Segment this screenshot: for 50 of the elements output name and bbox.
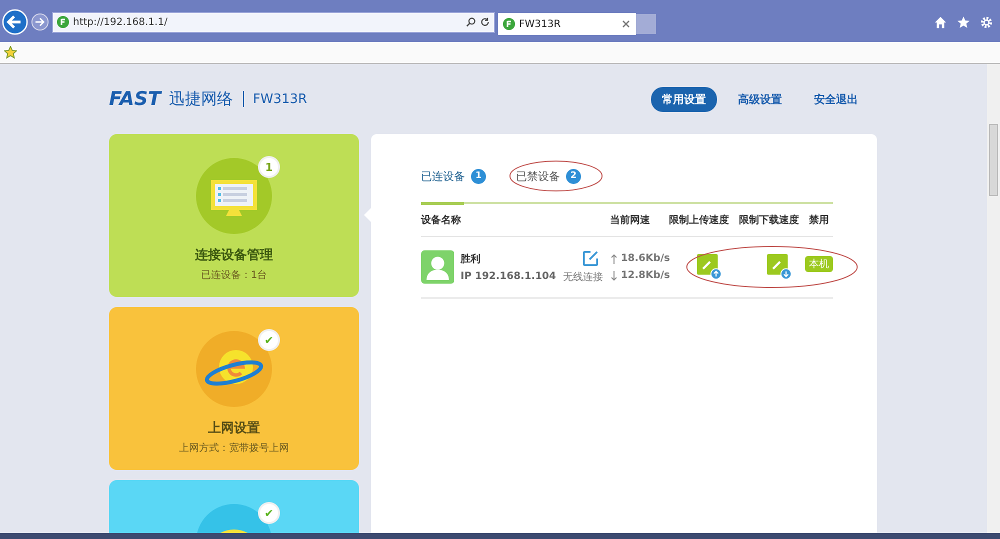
device-tab[interactable]: 已连设备 1 — [421, 168, 486, 184]
download-speed: 12.8Kb/s — [620, 270, 670, 281]
card-subtitle: 上网方式：宽带拨号上网 — [179, 442, 289, 455]
address-bar[interactable]: http://192.168.1.1/ — [52, 12, 495, 32]
card-title: 上网设置 — [208, 420, 260, 437]
column-header: 禁用 — [809, 214, 829, 227]
card-title: 连接设备管理 — [195, 246, 273, 264]
up-arrow-icon — [610, 254, 617, 264]
nav-link[interactable]: 安全退出 — [803, 86, 869, 112]
brand-logo: FAST — [109, 88, 161, 110]
device-name: 胜利 — [460, 252, 482, 266]
forward-icon[interactable] — [31, 13, 49, 31]
close-icon[interactable] — [621, 19, 631, 29]
nav-link[interactable]: 高级设置 — [727, 86, 793, 112]
refresh-icon[interactable] — [480, 17, 490, 27]
home-icon[interactable] — [934, 16, 947, 28]
upload-speed: 18.6Kb/s — [620, 253, 670, 264]
card-badge: ✔ — [258, 329, 280, 351]
globe-icon — [196, 331, 272, 407]
card-badge: ✔ — [258, 502, 280, 524]
settings-icon[interactable] — [980, 16, 993, 28]
user-avatar-icon — [421, 249, 454, 285]
down-arrow-icon — [610, 270, 617, 280]
local-device-tag: 本机 — [805, 256, 833, 272]
star-icon[interactable] — [957, 16, 970, 28]
monitor-icon — [196, 158, 272, 234]
site-icon — [57, 16, 69, 28]
connection-type: 无线连接 — [562, 270, 603, 284]
browser-tab[interactable]: FW313R — [498, 13, 636, 35]
card-badge: 1 — [258, 156, 280, 178]
url-text: http://192.168.1.1/ — [73, 16, 168, 28]
download-limit-edit-button[interactable] — [767, 254, 793, 280]
scrollbar[interactable] — [987, 64, 1000, 533]
menu-card[interactable]: 1 连接设备管理 已连设备：1台 — [109, 134, 359, 297]
column-header: 限制上传速度 — [669, 213, 730, 227]
search-icon[interactable] — [466, 17, 476, 27]
site-icon — [503, 18, 515, 30]
device-ip: IP 192.168.1.104 — [460, 271, 554, 282]
card-subtitle: 已连设备：1台 — [200, 268, 268, 282]
column-header: 限制下载速度 — [739, 213, 800, 227]
menu-card[interactable]: ✔ 上网设置 上网方式：宽带拨号上网 — [109, 307, 359, 470]
favorites-star-icon[interactable] — [4, 46, 17, 59]
column-header: 当前网速 — [610, 214, 651, 227]
nav-link[interactable]: 常用设置 — [651, 86, 717, 112]
column-header: 设备名称 — [421, 214, 462, 227]
model-name: FW313R — [252, 92, 308, 106]
upload-limit-edit-button[interactable] — [697, 254, 723, 280]
edit-icon[interactable] — [582, 250, 599, 267]
back-icon[interactable] — [2, 9, 28, 35]
brand-name: 迅捷网络 — [168, 91, 244, 107]
